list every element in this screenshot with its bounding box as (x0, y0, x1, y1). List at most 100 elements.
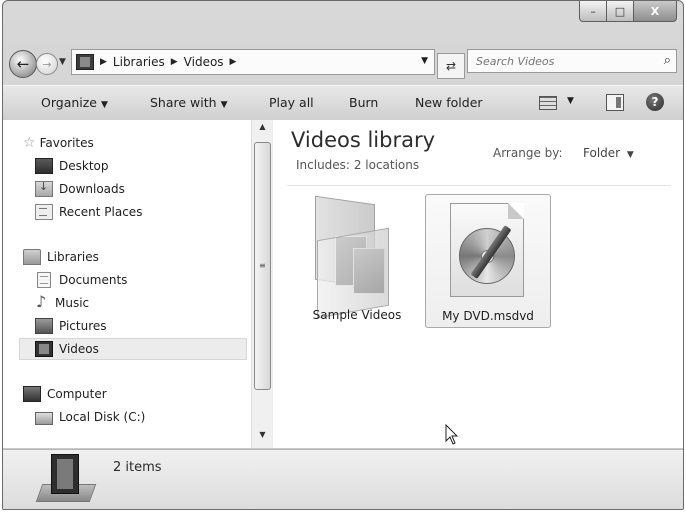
mouse-pointer-icon (445, 423, 459, 450)
address-bar[interactable]: ▶ Libraries ▶ Videos ▶ ▼ (71, 49, 435, 75)
chevron-down-icon: ▼ (220, 100, 228, 110)
hard-disk-icon (35, 412, 53, 425)
refresh-icon: ⇄ (445, 59, 457, 73)
nav-label: Desktop (59, 159, 109, 173)
file-list-pane[interactable]: Videos library Includes: 2 locations Arr… (273, 120, 683, 448)
folder-front-icon (317, 227, 389, 319)
search-input[interactable] (467, 49, 677, 73)
video-library-icon (76, 54, 94, 70)
navigation-scrollbar[interactable]: ▲ ≡ ▼ (251, 120, 273, 448)
navigation-pane: ☆ Favorites Desktop Downloads Recent Pla… (3, 120, 251, 448)
explorer-window: – □ X ← → ▼ ▶ Libraries ▶ Videos ▶ ▼ ⇄ ⌕… (2, 0, 684, 510)
nav-item-downloads[interactable]: Downloads (35, 178, 125, 200)
breadcrumb-libraries[interactable]: Libraries (113, 55, 165, 69)
video-library-large-icon (35, 454, 97, 504)
header-divider (287, 185, 671, 186)
address-dropdown-icon[interactable]: ▼ (421, 56, 428, 66)
nav-label: Recent Places (59, 205, 143, 219)
share-with-label: Share with (150, 95, 217, 110)
navigation-row: ← → ▼ ▶ Libraries ▶ Videos ▶ ▼ ⇄ ⌕ (3, 45, 683, 81)
film-icon (51, 454, 79, 494)
recent-pages-dropdown[interactable]: ▼ (59, 57, 66, 67)
nav-label: Computer (47, 387, 107, 401)
nav-item-videos[interactable]: Videos (19, 338, 247, 360)
arrange-value-label: Folder (583, 146, 621, 160)
nav-label: Libraries (47, 250, 99, 264)
nav-favorites[interactable]: ☆ Favorites (23, 132, 94, 154)
pictures-icon (35, 318, 53, 334)
recent-places-icon (35, 204, 53, 220)
new-folder-button[interactable]: New folder (415, 95, 483, 110)
maximize-button[interactable]: □ (607, 1, 634, 22)
nav-item-recent-places[interactable]: Recent Places (35, 201, 142, 223)
back-button[interactable]: ← (9, 50, 37, 78)
nav-label: Pictures (59, 319, 107, 333)
arrange-by-dropdown[interactable]: Folder ▼ (583, 146, 634, 160)
nav-label: Favorites (39, 136, 94, 150)
music-icon (35, 292, 49, 311)
search-icon[interactable]: ⌕ (664, 53, 671, 68)
breadcrumb-videos[interactable]: Videos (184, 55, 224, 69)
item-count: 2 items (113, 460, 162, 475)
scrollbar-thumb[interactable]: ≡ (254, 142, 271, 390)
file-item-sample-videos[interactable]: Sample Videos (295, 194, 419, 326)
downloads-icon (35, 180, 53, 197)
computer-icon (23, 386, 41, 402)
command-bar: Organize ▼ Share with ▼ Play all Burn New … (3, 85, 683, 121)
nav-label: Downloads (59, 182, 125, 196)
view-options-dropdown[interactable]: ▼ (567, 96, 574, 106)
scroll-down-arrow-icon[interactable]: ▼ (252, 430, 273, 446)
nav-item-documents[interactable]: Documents (35, 269, 127, 291)
chevron-down-icon: ▼ (101, 100, 108, 110)
library-title: Videos library (291, 128, 436, 152)
page-fold (508, 203, 524, 219)
minimize-button[interactable]: – (579, 1, 607, 22)
file-name: Sample Videos (312, 308, 402, 322)
share-with-menu[interactable]: Share with ▼ (150, 95, 228, 110)
search-area: ⇄ ⌕ (437, 49, 677, 79)
nav-label: Local Disk (C:) (59, 410, 146, 424)
library-includes: Includes: 2 locations (296, 158, 419, 172)
nav-label: Videos (59, 342, 99, 356)
details-pane: 2 items (3, 449, 683, 509)
change-view-icon[interactable] (539, 96, 557, 110)
organize-label: Organize (41, 95, 97, 110)
nav-libraries[interactable]: Libraries (23, 246, 99, 268)
nav-item-local-disk[interactable]: Local Disk (C:) (35, 406, 145, 428)
back-arrow-icon: ← (16, 55, 30, 73)
nav-item-desktop[interactable]: Desktop (35, 155, 109, 177)
nav-label: Documents (59, 273, 128, 287)
arrange-by-label: Arrange by: (493, 146, 563, 160)
breadcrumb-separator[interactable]: ▶ (230, 57, 237, 67)
locations-link[interactable]: 2 locations (354, 158, 419, 172)
desktop-icon (35, 158, 53, 174)
file-name: My DVD.msdvd (442, 309, 534, 323)
nav-label: Music (55, 296, 90, 310)
forward-arrow-icon: → (42, 57, 52, 71)
file-item-my-dvd[interactable]: My DVD.msdvd (425, 194, 551, 328)
burn-button[interactable]: Burn (349, 95, 378, 110)
forward-button[interactable]: → (36, 53, 58, 75)
star-icon: ☆ (23, 135, 36, 151)
help-icon[interactable]: ? (646, 93, 664, 111)
play-all-button[interactable]: Play all (269, 95, 314, 110)
videos-icon (35, 341, 53, 357)
preview-pane-icon[interactable] (606, 94, 624, 111)
dvd-project-icon (450, 203, 524, 297)
close-button[interactable]: X (634, 1, 677, 22)
libraries-icon (23, 249, 41, 265)
documents-icon (37, 272, 51, 288)
grip-icon: ≡ (259, 261, 266, 270)
caption-buttons: – □ X (579, 1, 677, 22)
organize-menu[interactable]: Organize ▼ (41, 95, 108, 110)
nav-item-music[interactable]: Music (35, 292, 89, 314)
nav-computer[interactable]: Computer (23, 383, 107, 405)
includes-label: Includes: (296, 158, 350, 172)
breadcrumb-separator[interactable]: ▶ (100, 57, 107, 67)
refresh-button[interactable]: ⇄ (437, 53, 465, 79)
chevron-down-icon: ▼ (626, 150, 634, 160)
scroll-up-arrow-icon[interactable]: ▲ (252, 122, 273, 138)
title-bar[interactable]: – □ X (3, 1, 683, 39)
nav-item-pictures[interactable]: Pictures (35, 315, 107, 337)
breadcrumb-separator[interactable]: ▶ (171, 57, 178, 67)
